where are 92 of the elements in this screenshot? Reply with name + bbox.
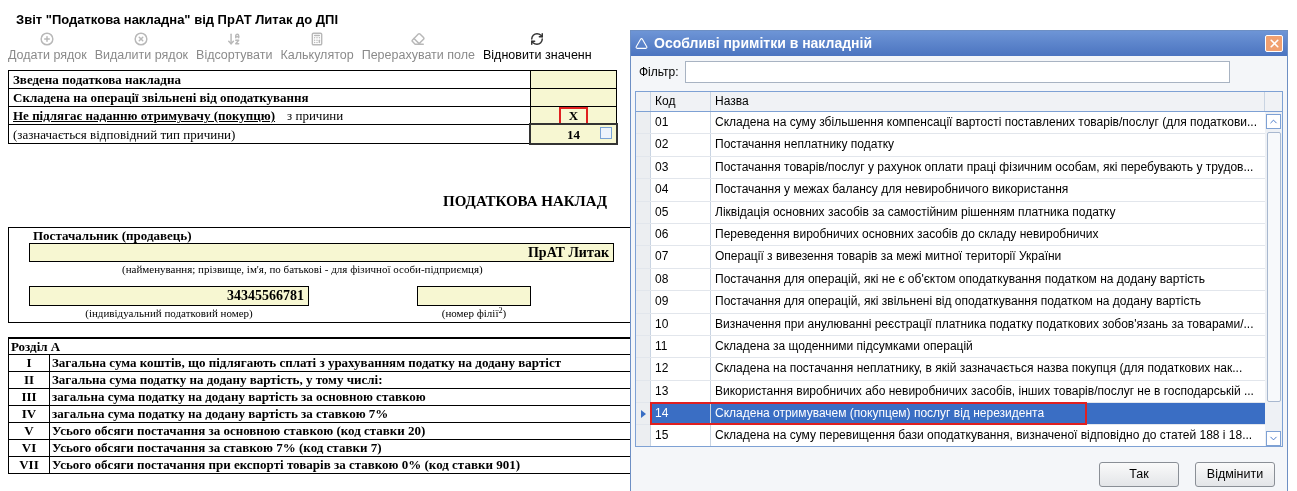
list-row[interactable]: 09 Постачання для операцій, які звільнені від оподаткування податком на додану вартість [636, 291, 1265, 314]
list-row[interactable]: 11 Складена за щоденними підсумками операцій [636, 335, 1265, 359]
current-row-icon [640, 409, 646, 418]
flag-note: (зазначається відповідний тип причини) [13, 125, 236, 144]
row-number: V [9, 422, 50, 439]
field-caption: (номер філії$^{2}$) [440, 305, 508, 320]
code-cell: 07 [651, 246, 711, 268]
flag-label: Складена на операції звільнені від оподаткування [13, 89, 309, 107]
value-cell[interactable]: 14 [531, 125, 616, 144]
name-cell-text: Визначення при анулюванні реєстрації платника податку податкових зобов'язань за товарами/... [714, 315, 1255, 333]
flag-label: Зведена податкова накладна [13, 71, 181, 89]
field-caption: (найменування; прізвище, ім'я, по батькові - для фізичної особи-підприємця) [122, 261, 484, 276]
delete-icon [134, 31, 149, 46]
name-cell-text: Постачання у межах балансу для невиробничого використання [714, 181, 1070, 199]
eraser-icon [411, 31, 426, 46]
name-cell-text: Складена на суму перевищення бази оподаткування, визначеної відповідно до статей 188 і 18... [714, 427, 1254, 445]
row-number: I [9, 354, 50, 371]
name-cell-text: Постачання для операцій, які не є об'єктом оподаткування податком на додану вартість [714, 270, 1207, 288]
code-cell: 10 [651, 313, 711, 335]
row-number: IV [9, 405, 50, 422]
row-label: Усього обсяги постачання за основною ставкою (код ставки 20) [51, 422, 427, 439]
list-row[interactable]: 07 Операції з вивезення товарів за межі митної території України [636, 246, 1265, 269]
add-icon [40, 31, 55, 46]
toolbar-button[interactable]: Відновити значенн [483, 31, 592, 65]
code-cell: 09 [651, 291, 711, 313]
name-cell-text: Складена на суму збільшення компенсації вартості поставлених товарів/послуг (для податкови... [714, 114, 1258, 131]
code-cell: 11 [651, 335, 711, 358]
sort-icon [227, 31, 242, 46]
code-cell: 06 [651, 223, 711, 246]
row-label: загальна сума податку на додану вартість за основною ставкою [51, 388, 427, 405]
code-cell: 01 [651, 112, 711, 134]
row-label: Загальна сума податку на додану вартість, у тому числі: [51, 371, 384, 388]
row-number: II [9, 371, 50, 388]
name-cell-text: Складена на постачання неплатнику, в якій зазначається назва покупця (для податкових нак... [714, 360, 1244, 378]
name-cell-text: Постачання товарів/послуг у рахунок оплати праці фізичним особам, які перебувають у трудов... [714, 158, 1255, 176]
name-cell-text: Використання виробничих або невиробничих засобів, інших товарів/послуг не в господарській ... [714, 382, 1255, 400]
row-label: Загальна сума коштів, що підлягають сплаті з урахуванням податку на додану вартіст [51, 354, 563, 371]
row-number: III [9, 388, 50, 405]
filter-label: Фільтр: [639, 64, 679, 81]
code-cell: 13 [651, 380, 711, 403]
column-header[interactable]: Код [651, 92, 711, 111]
code-cell: 04 [651, 179, 711, 201]
value-cell[interactable] [531, 71, 616, 89]
list-row[interactable]: 14 Складена отримувачем (покупцем) послуг від нерезидента [636, 403, 1265, 426]
row-label: загальна сума податку на додану вартість за ставкою 7% [51, 405, 390, 422]
name-cell-text: Операції з вивезення товарів за межі митної території України [714, 248, 1063, 266]
document-heading: ПОДАТКОВА НАКЛАД [443, 192, 608, 212]
list-row[interactable]: 12 Складена на постачання неплатнику, в якій зазначається назва покупця (для податкових нак... [636, 358, 1265, 381]
value-cell[interactable] [531, 89, 616, 107]
branch-number-field[interactable] [417, 285, 531, 306]
supplier-name-field[interactable]: ПрАТ Литак [29, 242, 614, 262]
report-title: Звіт "Податкова накладна" від ПрАТ Литак до ДПІ [16, 11, 340, 29]
name-cell-text: Переведення виробничих основних засобів до складу невиробничих [714, 225, 1100, 243]
list-row[interactable]: 10 Визначення при анулюванні реєстрації платника податку податкових зобов'язань за товарами/... [636, 313, 1265, 336]
list-row[interactable]: 01 Складена на суму збільшення компенсації вартості поставлених товарів/послуг (для податкови... [636, 112, 1265, 135]
code-cell: 12 [651, 358, 711, 380]
list-row[interactable]: 03 Постачання товарів/послуг у рахунок оплати праці фізичним особам, які перебувають у трудов... [636, 156, 1265, 180]
refresh-icon [530, 31, 545, 46]
list-row[interactable]: 06 Переведення виробничих основних засобів до складу невиробничих [636, 223, 1265, 247]
code-cell: 03 [651, 156, 711, 179]
reason-code-value[interactable]: 14 [567, 124, 580, 144]
flag-suffix: з причини [287, 107, 344, 125]
row-label: Усього обсяги постачання за ставкою 7% (код ставки 7) [51, 439, 383, 456]
supplier-title: Постачальник (продавець) [33, 227, 193, 243]
row-number: VI [9, 439, 50, 456]
list-row[interactable]: 05 Ліквідація основних засобів за самостійним рішенням платника податку [636, 201, 1265, 224]
field-caption: (індивідуальний податковий номер) [84, 305, 254, 320]
dialog-button[interactable]: Відмінити [1195, 462, 1275, 487]
flag-label: Не підлягає наданню отримувачу (покупцю) [13, 107, 276, 125]
list-row[interactable]: 02 Постачання неплатнику податку [636, 134, 1265, 157]
code-cell: 08 [651, 268, 711, 291]
code-cell: 15 [651, 425, 711, 446]
name-cell-text: Ліквідація основних засобів за самостійним рішенням платника податку [714, 203, 1117, 221]
tax-number-field[interactable]: 34345566781 [29, 285, 309, 306]
code-cell: 05 [651, 201, 711, 223]
code-cell: 14 [651, 403, 711, 425]
code-cell: 02 [651, 134, 711, 156]
list-row[interactable]: 04 Постачання у межах балансу для невиробничого використання [636, 179, 1265, 202]
dialog-title: Особливі примітки в накладній [654, 34, 873, 53]
list-row[interactable]: 08 Постачання для операцій, які не є об'єктом оподаткування податком на додану вартість [636, 268, 1265, 292]
app-icon [635, 37, 648, 50]
name-cell-text: Складена отримувачем (покупцем) послуг від нерезидента [714, 405, 1046, 423]
row-number: VII [9, 456, 50, 473]
calculator-icon [310, 31, 325, 46]
name-cell-text: Постачання неплатнику податку [714, 136, 896, 154]
name-cell-text: Постачання для операцій, які звільнені від оподаткування податком на додану вартість [714, 293, 1203, 311]
dialog-button[interactable]: Так [1099, 462, 1179, 487]
close-icon [1267, 37, 1281, 50]
name-cell-text: Складена за щоденними підсумками операцій [714, 337, 974, 355]
column-header[interactable]: Назва [711, 92, 1265, 111]
row-label: Усього обсяги постачання при експорті товарів за ставкою 0% (код ставки 901) [51, 456, 521, 473]
filter-field[interactable] [684, 61, 1230, 83]
